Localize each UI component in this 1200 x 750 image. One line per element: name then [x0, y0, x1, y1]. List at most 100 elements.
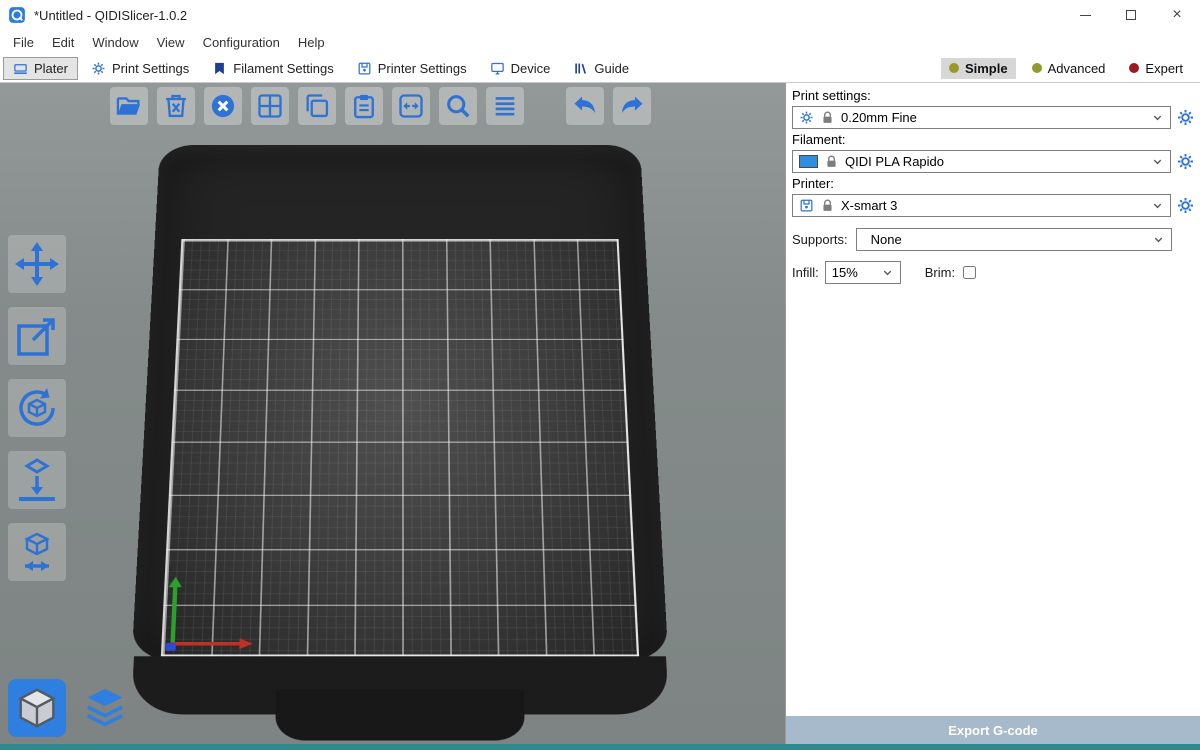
tab-printer-settings[interactable]: Printer Settings [347, 57, 477, 80]
arrange-button[interactable] [251, 87, 289, 125]
gear-icon [1176, 152, 1195, 171]
menu-view[interactable]: View [148, 30, 194, 54]
chevron-down-icon [1151, 111, 1164, 124]
infill-combo[interactable]: 15% [825, 261, 901, 284]
paste-button[interactable] [345, 87, 383, 125]
printer-icon [799, 198, 814, 213]
move-icon [13, 240, 61, 288]
mode-simple[interactable]: Simple [941, 58, 1016, 79]
menu-window[interactable]: Window [83, 30, 147, 54]
preview-view-button[interactable] [76, 679, 134, 737]
supports-row: Supports: None [792, 228, 1172, 251]
scale-button[interactable] [8, 307, 66, 365]
place-on-face-icon [13, 456, 61, 504]
search-icon [444, 92, 472, 120]
rotate-button[interactable] [8, 379, 66, 437]
app-icon [8, 6, 26, 24]
print-bed [160, 145, 640, 705]
scale-icon [13, 312, 61, 360]
print-settings-value: 0.20mm Fine [841, 110, 917, 125]
delete-all-button[interactable] [204, 87, 242, 125]
tab-filament-settings-label: Filament Settings [233, 61, 333, 76]
split-button[interactable] [392, 87, 430, 125]
filament-label: Filament: [792, 132, 1195, 147]
undo-icon [571, 92, 599, 120]
copy-button[interactable] [298, 87, 336, 125]
gear-icon [91, 61, 106, 76]
measure-icon [13, 528, 61, 576]
printer-row: X-smart 3 [792, 194, 1195, 217]
menu-file[interactable]: File [4, 30, 43, 54]
3d-cube-icon [14, 685, 60, 731]
undo-button[interactable] [566, 87, 604, 125]
chevron-down-icon [1151, 199, 1164, 212]
close-button[interactable]: × [1154, 0, 1200, 30]
mode-switcher: Simple Advanced Expert [941, 58, 1197, 79]
printer-label: Printer: [792, 176, 1195, 191]
print-settings-gear-button[interactable] [1176, 108, 1195, 127]
viewport-toolbar [110, 87, 651, 125]
tab-plater[interactable]: Plater [3, 57, 78, 80]
printer-combo[interactable]: X-smart 3 [792, 194, 1171, 217]
tab-guide[interactable]: Guide [563, 57, 639, 80]
copy-icon [303, 92, 331, 120]
variable-layer-height-button[interactable] [486, 87, 524, 125]
printer-gear-button[interactable] [1176, 196, 1195, 215]
split-icon [397, 92, 425, 120]
tab-device[interactable]: Device [480, 57, 561, 80]
supports-value: None [871, 232, 902, 247]
chevron-down-icon [881, 266, 894, 279]
plater-icon [13, 61, 28, 76]
open-folder-icon [115, 92, 143, 120]
bed-grid [161, 239, 639, 656]
print-settings-row: 0.20mm Fine [792, 106, 1195, 129]
minimize-icon [1080, 15, 1091, 16]
filament-row: QIDI PLA Rapido [792, 150, 1195, 173]
chevron-down-icon [1151, 155, 1164, 168]
menu-edit[interactable]: Edit [43, 30, 83, 54]
window-controls: × [1062, 0, 1200, 30]
tab-device-label: Device [511, 61, 551, 76]
search-button[interactable] [439, 87, 477, 125]
brim-checkbox[interactable] [963, 266, 976, 279]
arrange-icon [256, 92, 284, 120]
infill-label: Infill: [792, 265, 819, 280]
window-title: *Untitled - QIDISlicer-1.0.2 [34, 8, 187, 23]
export-gcode-button[interactable]: Export G-code [786, 716, 1200, 744]
move-button[interactable] [8, 235, 66, 293]
mode-expert[interactable]: Expert [1121, 58, 1191, 79]
filament-gear-button[interactable] [1176, 152, 1195, 171]
variable-layer-height-icon [491, 92, 519, 120]
menu-help[interactable]: Help [289, 30, 334, 54]
viewport-3d[interactable] [0, 83, 786, 744]
print-settings-combo[interactable]: 0.20mm Fine [792, 106, 1171, 129]
rotate-icon [13, 384, 61, 432]
supports-label: Supports: [792, 232, 848, 247]
filament-combo[interactable]: QIDI PLA Rapido [792, 150, 1171, 173]
advanced-mode-dot-icon [1032, 63, 1042, 73]
bed-handle [275, 689, 525, 741]
place-on-face-button[interactable] [8, 451, 66, 509]
infill-value: 15% [832, 265, 858, 280]
measure-button[interactable] [8, 523, 66, 581]
open-button[interactable] [110, 87, 148, 125]
redo-button[interactable] [613, 87, 651, 125]
tab-filament-settings[interactable]: Filament Settings [202, 57, 343, 80]
tab-printer-settings-label: Printer Settings [378, 61, 467, 76]
x-axis-arrow [170, 642, 239, 646]
paste-icon [350, 92, 378, 120]
tab-guide-label: Guide [594, 61, 629, 76]
maximize-button[interactable] [1108, 0, 1154, 30]
z-axis-marker [166, 643, 176, 651]
bottom-status-strip [0, 744, 1200, 750]
supports-combo[interactable]: None [856, 228, 1172, 251]
minimize-button[interactable] [1062, 0, 1108, 30]
delete-all-icon [209, 92, 237, 120]
tab-print-settings[interactable]: Print Settings [81, 57, 199, 80]
tab-plater-label: Plater [34, 61, 68, 76]
sidebar: Print settings: 0.20mm Fine Filament: [786, 83, 1200, 744]
mode-advanced[interactable]: Advanced [1024, 58, 1114, 79]
delete-button[interactable] [157, 87, 195, 125]
3d-editor-view-button[interactable] [8, 679, 66, 737]
menu-configuration[interactable]: Configuration [194, 30, 289, 54]
